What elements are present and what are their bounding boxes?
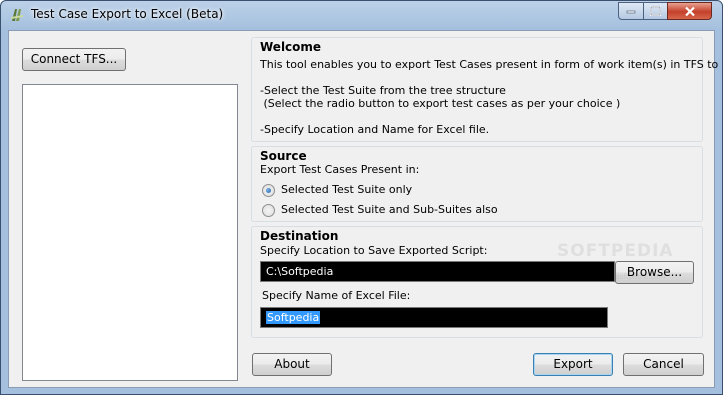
minimize-button[interactable] [618,2,644,20]
welcome-title: Welcome [260,40,322,54]
welcome-step-select: -Select the Test Suite from the tree str… [260,84,506,97]
radio-suite-and-subsuites-label[interactable]: Selected Test Suite and Sub-Suites also [281,203,498,216]
excel-name-selected-text: Softpedia [266,311,321,324]
welcome-group: Welcome This tool enables you to export … [251,37,722,142]
connect-tfs-button[interactable]: Connect TFS... [22,48,126,71]
close-button[interactable] [667,2,712,20]
excel-name-input[interactable]: Softpedia [260,307,608,328]
excel-name-label: Specify Name of Excel File: [262,289,411,302]
title-bar[interactable]: Test Case Export to Excel (Beta) [1,1,722,30]
minimize-icon [626,10,636,14]
maximize-button[interactable] [643,2,668,20]
radio-suite-and-subsuites[interactable] [262,204,275,217]
app-window: Test Case Export to Excel (Beta) Connect… [0,0,723,395]
close-icon [684,6,695,16]
location-label: Specify Location to Save Exported Script… [260,244,488,257]
client-area: Connect TFS... Welcome This tool enables… [8,30,722,388]
source-prompt: Export Test Cases Present in: [260,163,420,176]
cancel-button[interactable]: Cancel [623,353,704,376]
test-suite-tree[interactable] [22,84,238,381]
about-button[interactable]: About [252,353,332,376]
watermark: SOFTPEDIA [557,241,674,261]
welcome-step-location: -Specify Location and Name for Excel fil… [260,123,490,136]
radio-suite-only[interactable] [262,184,275,197]
window-title: Test Case Export to Excel (Beta) [31,7,224,21]
maximize-icon [650,6,661,16]
welcome-step-radio: (Select the radio button to export test … [260,97,621,110]
radio-suite-only-label[interactable]: Selected Test Suite only [281,183,412,196]
source-title: Source [260,149,307,163]
app-icon [11,9,23,21]
source-group: Source Export Test Cases Present in: Sel… [251,146,703,222]
export-button[interactable]: Export [533,353,613,376]
radio-selected-dot [266,188,271,193]
watermark-url: www.softpedia.com [597,273,666,281]
destination-title: Destination [260,229,339,243]
welcome-description: This tool enables you to export Test Cas… [260,58,723,71]
location-input[interactable]: C:\Softpedia [260,261,615,282]
